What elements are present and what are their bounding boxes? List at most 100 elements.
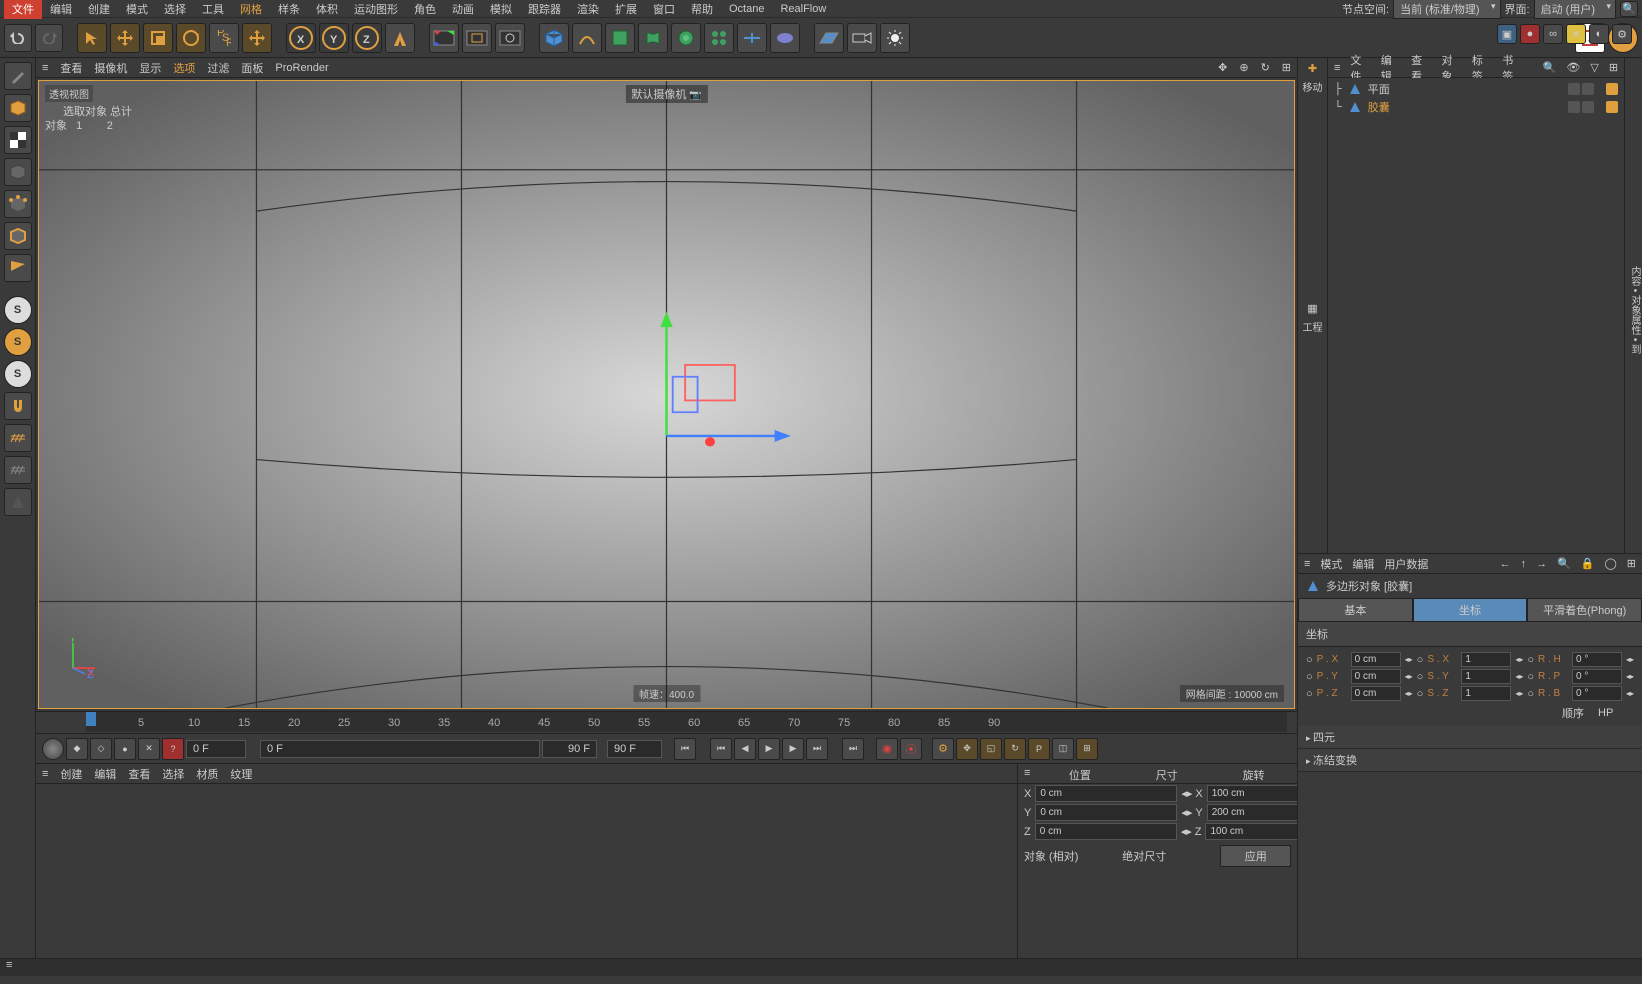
coord-apply-button[interactable]: 应用 — [1220, 845, 1291, 867]
keyframe-prev[interactable]: ◆ — [66, 738, 88, 760]
attr-py-input[interactable] — [1351, 669, 1401, 684]
lastused-tool[interactable] — [242, 23, 272, 53]
vp-zoom-icon[interactable]: ⊕ — [1239, 61, 1248, 74]
play-button[interactable]: ▶ — [758, 738, 780, 760]
vp-panel[interactable]: 面板 — [241, 60, 263, 76]
menu-file[interactable]: 文件 — [4, 0, 42, 19]
menu-select[interactable]: 选择 — [156, 0, 194, 19]
edges-mode-button[interactable] — [4, 222, 32, 250]
snap-enable[interactable]: S — [4, 296, 32, 324]
tab-coord[interactable]: 坐标 — [1413, 598, 1528, 622]
texture-mode-button[interactable] — [4, 126, 32, 154]
camera-button[interactable] — [847, 23, 877, 53]
menu-mesh[interactable]: 网格 — [232, 0, 270, 19]
sidebar-move-label[interactable]: 移动 — [1303, 79, 1323, 94]
rot-key-button[interactable]: ↻ — [1004, 738, 1026, 760]
mini-link-icon[interactable]: ∞ — [1543, 24, 1563, 44]
attr-sx-input[interactable] — [1461, 652, 1511, 667]
mini-settings-icon[interactable]: ⚙ — [1612, 24, 1632, 44]
key-options-button[interactable]: ⚙ — [932, 738, 954, 760]
cube-primitive[interactable] — [539, 23, 569, 53]
phong-tag-icon[interactable] — [1606, 83, 1618, 95]
prev-frame-button[interactable]: ◀ — [734, 738, 756, 760]
menu-mograph[interactable]: 运动图形 — [346, 0, 406, 19]
object-row-plane[interactable]: ├ 平面 — [1330, 80, 1622, 98]
move-tool[interactable] — [110, 23, 140, 53]
menu-help[interactable]: 帮助 — [683, 0, 721, 19]
mograph-button[interactable] — [704, 23, 734, 53]
visibility-render-dot[interactable] — [1582, 83, 1594, 95]
vp-prorender[interactable]: ProRender — [275, 62, 328, 74]
vp-options[interactable]: 选项 — [173, 60, 195, 76]
param-dot[interactable]: ○ — [1527, 688, 1534, 700]
attr-order-dropdown[interactable]: HP — [1594, 706, 1634, 720]
attr-rp-input[interactable] — [1572, 669, 1622, 684]
attr-edit[interactable]: 编辑 — [1352, 556, 1374, 572]
menu-spline[interactable]: 样条 — [270, 0, 308, 19]
attr-userdata[interactable]: 用户数据 — [1384, 556, 1428, 572]
mat-view[interactable]: 查看 — [128, 766, 150, 782]
attr-search-icon[interactable]: 🔍 — [1557, 557, 1571, 570]
coord-mode-dropdown[interactable]: 对象 (相对) — [1024, 848, 1116, 864]
mat-select[interactable]: 选择 — [162, 766, 184, 782]
menu-window[interactable]: 窗口 — [645, 0, 683, 19]
attr-fwd-icon[interactable]: → — [1536, 558, 1547, 570]
attr-new-icon[interactable]: ◯ — [1604, 557, 1616, 570]
vp-display[interactable]: 显示 — [139, 60, 161, 76]
timeline-end2-field[interactable] — [607, 740, 662, 758]
volume-button[interactable] — [770, 23, 800, 53]
light-button[interactable] — [880, 23, 910, 53]
keyframe-auto[interactable]: ◇ — [90, 738, 112, 760]
scale-key-button[interactable]: ◱ — [980, 738, 1002, 760]
pos-key-button[interactable]: ✥ — [956, 738, 978, 760]
render-region-button[interactable] — [462, 23, 492, 53]
param-key-button[interactable]: P — [1028, 738, 1050, 760]
tab-phong[interactable]: 平滑着色(Phong) — [1527, 598, 1642, 622]
vp-layouts-icon[interactable]: ⊞ — [1282, 61, 1291, 74]
z-axis-toggle[interactable]: Z — [352, 23, 382, 53]
keyframe-set[interactable]: ● — [114, 738, 136, 760]
mini-record-icon[interactable]: ● — [1520, 24, 1540, 44]
attr-lock-icon[interactable]: 🔒 — [1581, 557, 1595, 570]
param-dot[interactable]: ○ — [1306, 671, 1313, 683]
menu-animate[interactable]: 动画 — [444, 0, 482, 19]
select-tool[interactable] — [77, 23, 107, 53]
timeline-current-field[interactable] — [260, 740, 540, 758]
param-dot[interactable]: ○ — [1306, 654, 1313, 666]
attr-rb-input[interactable] — [1572, 686, 1622, 701]
timeline-mode-button[interactable]: ⊞ — [1076, 738, 1098, 760]
hamburger-icon[interactable]: ≡ — [42, 768, 48, 780]
edit-mode-button[interactable] — [4, 62, 32, 90]
vp-filter[interactable]: 过滤 — [207, 60, 229, 76]
polygons-mode-button[interactable] — [4, 254, 32, 282]
points-mode-button[interactable] — [4, 190, 32, 218]
next-key-button[interactable]: ⏭ — [806, 738, 828, 760]
attr-pz-input[interactable] — [1351, 686, 1401, 701]
object-tree[interactable]: ├ 平面 └ 胶囊 — [1328, 78, 1624, 553]
attr-px-input[interactable] — [1351, 652, 1401, 667]
generator-button[interactable] — [605, 23, 635, 53]
menu-tools[interactable]: 工具 — [194, 0, 232, 19]
snap-settings[interactable]: S — [4, 328, 32, 356]
param-dot[interactable]: ○ — [1527, 671, 1534, 683]
visibility-editor-dot[interactable] — [1568, 101, 1580, 113]
menu-render[interactable]: 渲染 — [569, 0, 607, 19]
project-icon[interactable]: ▦ — [1307, 302, 1317, 315]
autokey-button[interactable]: ⦿ — [900, 738, 922, 760]
coord-size-mode-dropdown[interactable]: 绝对尺寸 — [1122, 848, 1214, 864]
param-dot[interactable]: ○ — [1417, 688, 1424, 700]
mat-material[interactable]: 材质 — [196, 766, 218, 782]
timeline-end1-field[interactable] — [542, 740, 597, 758]
attr-sz-input[interactable] — [1461, 686, 1511, 701]
menu-octane[interactable]: Octane — [721, 1, 772, 17]
vp-nav-icon[interactable]: ✥ — [1218, 61, 1227, 74]
hamburger-icon[interactable]: ≡ — [1018, 764, 1036, 783]
menu-realflow[interactable]: RealFlow — [772, 1, 834, 17]
tab-basic[interactable]: 基本 — [1298, 598, 1413, 622]
vp-rotate-icon[interactable]: ↻ — [1261, 61, 1270, 74]
attr-up-icon[interactable]: ↑ — [1521, 558, 1527, 570]
hamburger-icon[interactable]: ≡ — [0, 957, 18, 973]
visibility-editor-dot[interactable] — [1568, 83, 1580, 95]
y-axis-toggle[interactable]: Y — [319, 23, 349, 53]
undo-button[interactable] — [4, 24, 32, 52]
